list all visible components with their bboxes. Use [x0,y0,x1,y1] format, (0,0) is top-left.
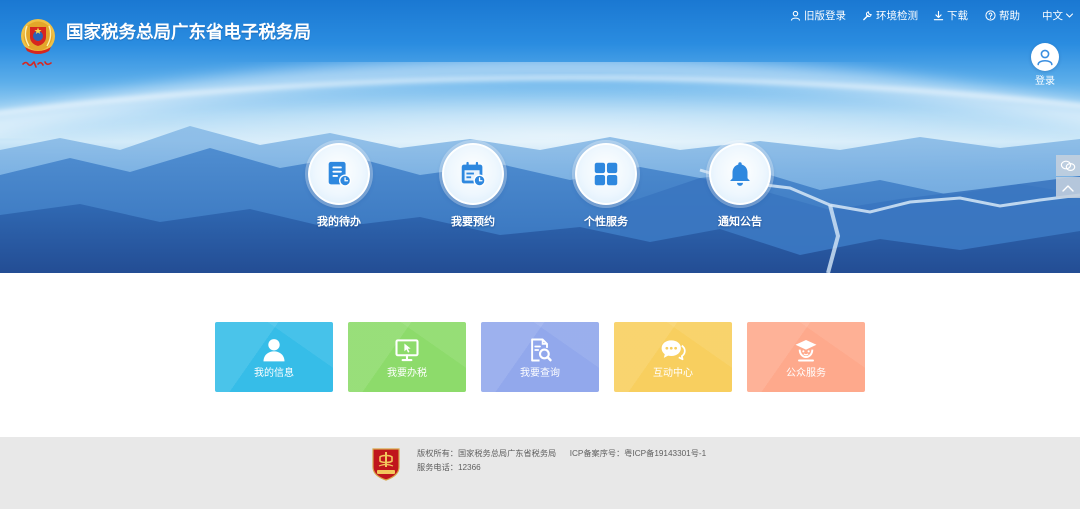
footer-line-1: 版权所有：国家税务总局广东省税务局 ICP备案序号：粤ICP备19143301号-… [417,449,706,459]
government-site-badge-icon[interactable] [371,447,401,481]
tile-label: 我要查询 [520,368,560,379]
help-label: 帮助 [999,9,1020,22]
footer: 版权所有：国家税务总局广东省税务局 ICP备案序号：粤ICP备19143301号-… [0,437,1080,509]
quick-entry-circle [442,143,504,205]
quick-entry-todo[interactable]: 我的待办 [294,143,384,229]
quick-entry-circle [575,143,637,205]
quick-entry-label: 我要预约 [451,216,495,228]
tax-emblem-icon [21,19,55,68]
user-icon [790,10,801,21]
quick-entry-label: 个性服务 [584,216,628,228]
tile-label: 互动中心 [653,368,693,379]
avatar-icon [1031,43,1059,71]
page: 国家税务总局广东省电子税务局 旧版登录 环境检测 下载 帮助 中文 登录 我的待… [0,0,1080,509]
download-label: 下载 [947,9,968,22]
tile-label: 我要办税 [387,368,427,379]
environment-check-label: 环境检测 [876,9,918,22]
chat-bubbles-icon [661,340,686,361]
quick-entry-appointment[interactable]: 我要预约 [428,143,518,229]
quick-entry-label: 通知公告 [718,216,762,228]
login-label: 登录 [1035,76,1055,87]
bell-icon [730,162,750,186]
language-label: 中文 [1042,9,1063,22]
login-button[interactable]: 登录 [1025,43,1065,89]
help-icon [985,9,996,21]
quick-entry-circle [709,143,771,205]
environment-check-link[interactable]: 环境检测 [862,7,918,23]
language-switcher[interactable]: 中文 [1042,7,1074,23]
quick-entry-circle [308,143,370,205]
quick-entry-personal-service[interactable]: 个性服务 [561,143,651,229]
calendar-icon [461,161,486,187]
quick-entry-label: 我的待办 [317,216,361,228]
download-link[interactable]: 下载 [933,7,968,23]
user-icon [263,339,285,362]
todo-icon [328,161,352,187]
old-version-login-link[interactable]: 旧版登录 [790,7,846,23]
tile-public-service[interactable]: 公众服务 [747,322,865,392]
quick-entry-notice[interactable]: 通知公告 [695,143,785,229]
banner: 国家税务总局广东省电子税务局 旧版登录 环境检测 下载 帮助 中文 登录 我的待… [0,0,1080,273]
grid-icon [594,162,618,186]
monitor-icon [395,339,419,362]
old-version-login-label: 旧版登录 [804,9,846,22]
tile-query[interactable]: 我要查询 [481,322,599,392]
tile-label: 公众服务 [786,368,826,379]
tile-label: 我的信息 [254,368,294,379]
back-to-top-button[interactable] [1056,177,1080,198]
side-chat-button[interactable] [1056,155,1080,176]
chevron-down-icon [1065,11,1074,20]
copyright-text: 版权所有：国家税务总局广东省税务局 [417,449,557,458]
tile-my-info[interactable]: 我的信息 [215,322,333,392]
site-title: 国家税务总局广东省电子税务局 [66,22,311,42]
search-document-icon [531,338,552,362]
chat-icon [1060,160,1076,171]
service-person-icon [795,339,817,362]
help-link[interactable]: 帮助 [985,7,1020,23]
chevron-up-icon [1062,184,1074,192]
tile-interaction-center[interactable]: 互动中心 [614,322,732,392]
icp-link[interactable]: ICP备案序号：粤ICP备19143301号-1 [570,449,707,458]
service-phone: 服务电话：12366 [417,463,481,472]
tile-tax-filing[interactable]: 我要办税 [348,322,466,392]
wrench-icon [862,10,873,21]
download-icon [933,10,944,21]
